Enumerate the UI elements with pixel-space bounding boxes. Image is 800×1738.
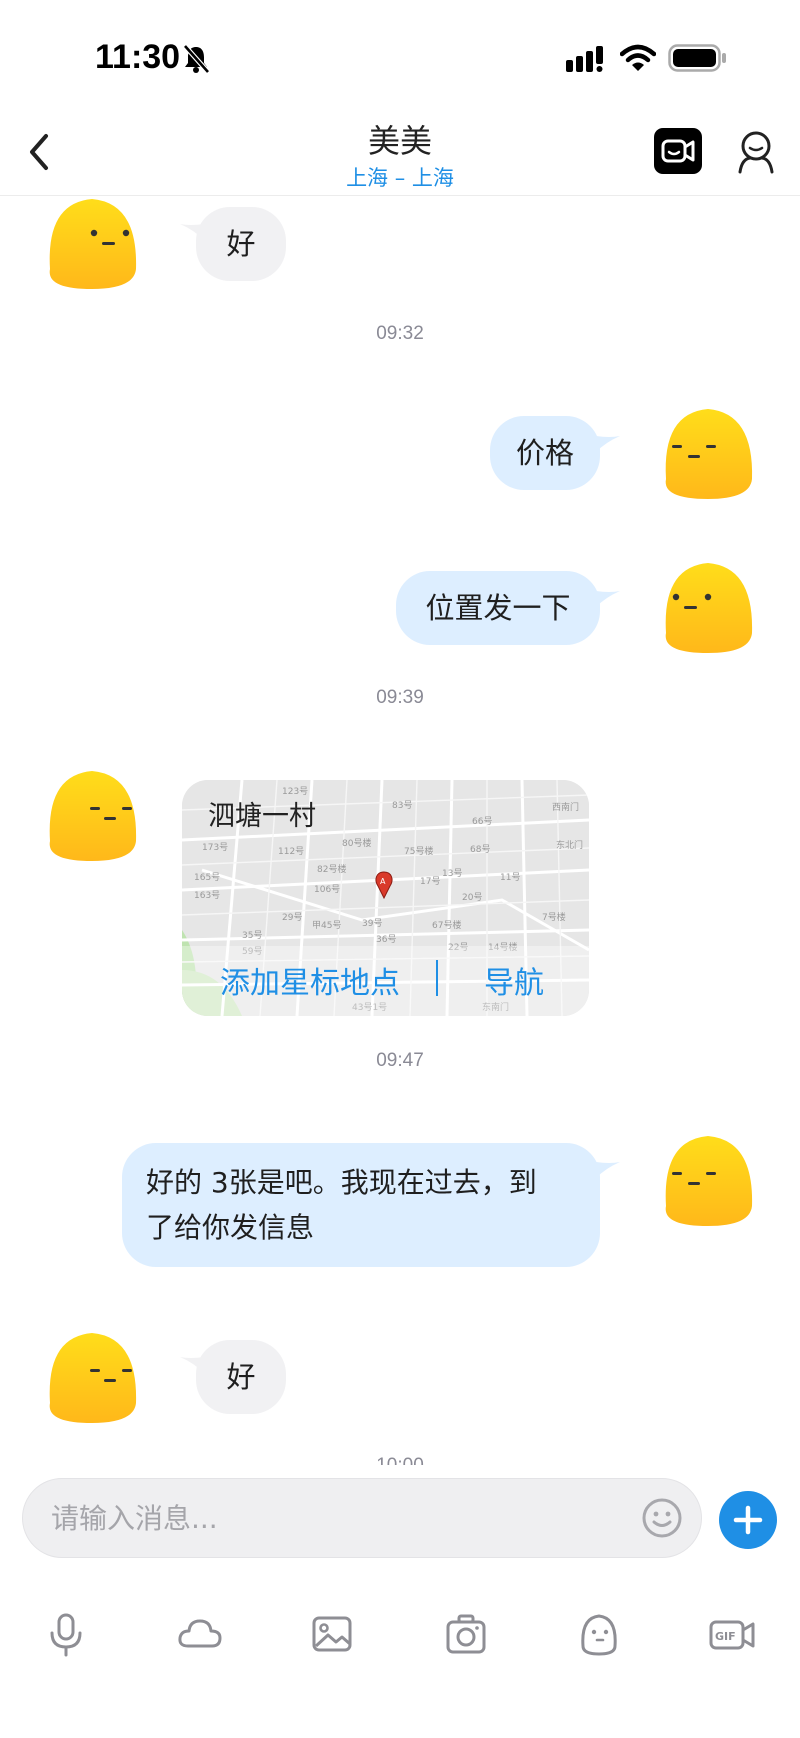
action-divider [436,960,438,996]
message-text: 好 [226,226,256,261]
bubble-tail [596,591,620,607]
svg-text:106号: 106号 [314,884,340,895]
camera-icon[interactable] [442,1610,490,1658]
svg-text:112号: 112号 [278,846,304,857]
profile-icon[interactable] [734,128,778,176]
svg-text:17号: 17号 [420,876,440,887]
message-text-line: 好的 3张是吧。我现在过去，到 [146,1165,537,1199]
svg-text:GIF: GIF [715,1630,736,1643]
svg-text:29号: 29号 [282,912,302,923]
message-input[interactable] [49,1479,609,1557]
svg-text:66号: 66号 [472,816,492,827]
wifi-icon [620,44,656,71]
message-timestamp: 09:39 [376,687,424,708]
svg-text:173号: 173号 [202,842,228,853]
gif-icon[interactable]: GIF [708,1610,756,1658]
add-star-place-button[interactable]: 添加星标地点 [220,958,400,1002]
contact-avatar[interactable] [40,1329,144,1427]
battery-icon [668,44,726,72]
microphone-icon[interactable] [42,1610,90,1658]
svg-text:甲45号: 甲45号 [312,920,341,931]
navigate-button[interactable]: 导航 [484,958,544,1002]
video-camera-icon [661,139,695,163]
video-call-button[interactable] [654,128,702,174]
message-list[interactable]: 好 09:32 价格 位置发一下 09:39 123号 83号 66号 173号… [0,197,800,1465]
bell-muted-icon [183,44,210,74]
message-timestamp: 09:32 [376,323,424,344]
bubble-tail [596,1162,620,1178]
svg-text:35号: 35号 [242,930,262,941]
message-text: 价格 [515,435,574,470]
svg-text:11号: 11号 [500,872,520,883]
svg-text:165号: 165号 [194,872,220,883]
svg-text:39号: 39号 [362,918,382,929]
message-timestamp: 10:00 [0,1455,800,1465]
svg-text:80号楼: 80号楼 [342,837,371,849]
message-input-bar [22,1478,702,1558]
svg-text:163号: 163号 [194,890,220,901]
message-bubble[interactable]: 好的 3张是吧。我现在过去，到 了给你发信息 [122,1143,600,1267]
my-avatar[interactable] [656,1132,760,1230]
svg-text:36号: 36号 [376,934,396,945]
message-text: 好 [226,1359,256,1394]
plus-icon [733,1505,763,1535]
cellular-signal-icon [566,46,603,72]
message-timestamp: 09:47 [376,1050,424,1071]
emoji-icon[interactable] [641,1497,683,1539]
contact-avatar[interactable] [40,767,144,865]
message-bubble[interactable]: 价格 [490,416,600,490]
message-bubble[interactable]: 好 [196,207,286,281]
sticker-icon[interactable] [575,1610,623,1658]
svg-text:A: A [380,877,386,886]
svg-text:20号: 20号 [462,892,482,903]
svg-text:7号楼: 7号楼 [542,911,566,923]
message-text-line: 了给你发信息 [146,1211,315,1244]
cloud-icon[interactable] [176,1610,224,1658]
chat-header: 美美 上海 – 上海 [0,100,800,196]
svg-text:13号: 13号 [442,868,462,879]
message-bubble[interactable]: 好 [196,1340,286,1414]
svg-text:东北门: 东北门 [556,839,583,851]
svg-text:82号楼: 82号楼 [317,863,346,875]
contact-avatar[interactable] [40,197,144,293]
svg-text:83号: 83号 [392,800,412,811]
add-button[interactable] [719,1491,777,1549]
location-name: 泗塘一村 [208,801,316,832]
message-bubble[interactable]: 位置发一下 [396,571,600,645]
location-actions: 添加星标地点 导航 [182,946,589,1016]
status-time: 11:30 [95,38,181,76]
status-bar: 11:30 [0,0,800,100]
input-toolbar: GIF [0,1610,800,1690]
message-text: 位置发一下 [425,590,571,625]
image-icon[interactable] [308,1610,356,1658]
location-card[interactable]: 123号 83号 66号 173号 112号 80号楼 75号楼 68号 165… [182,780,589,1016]
bubble-tail [596,436,620,452]
svg-text:75号楼: 75号楼 [404,845,433,857]
my-avatar[interactable] [656,559,760,657]
my-avatar[interactable] [656,405,760,503]
message-text: 好的 3张是吧。我现在过去，到 了给你发信息 [146,1160,537,1251]
svg-text:67号楼: 67号楼 [432,919,461,931]
svg-text:68号: 68号 [470,844,490,855]
svg-text:西南门: 西南门 [552,801,579,813]
